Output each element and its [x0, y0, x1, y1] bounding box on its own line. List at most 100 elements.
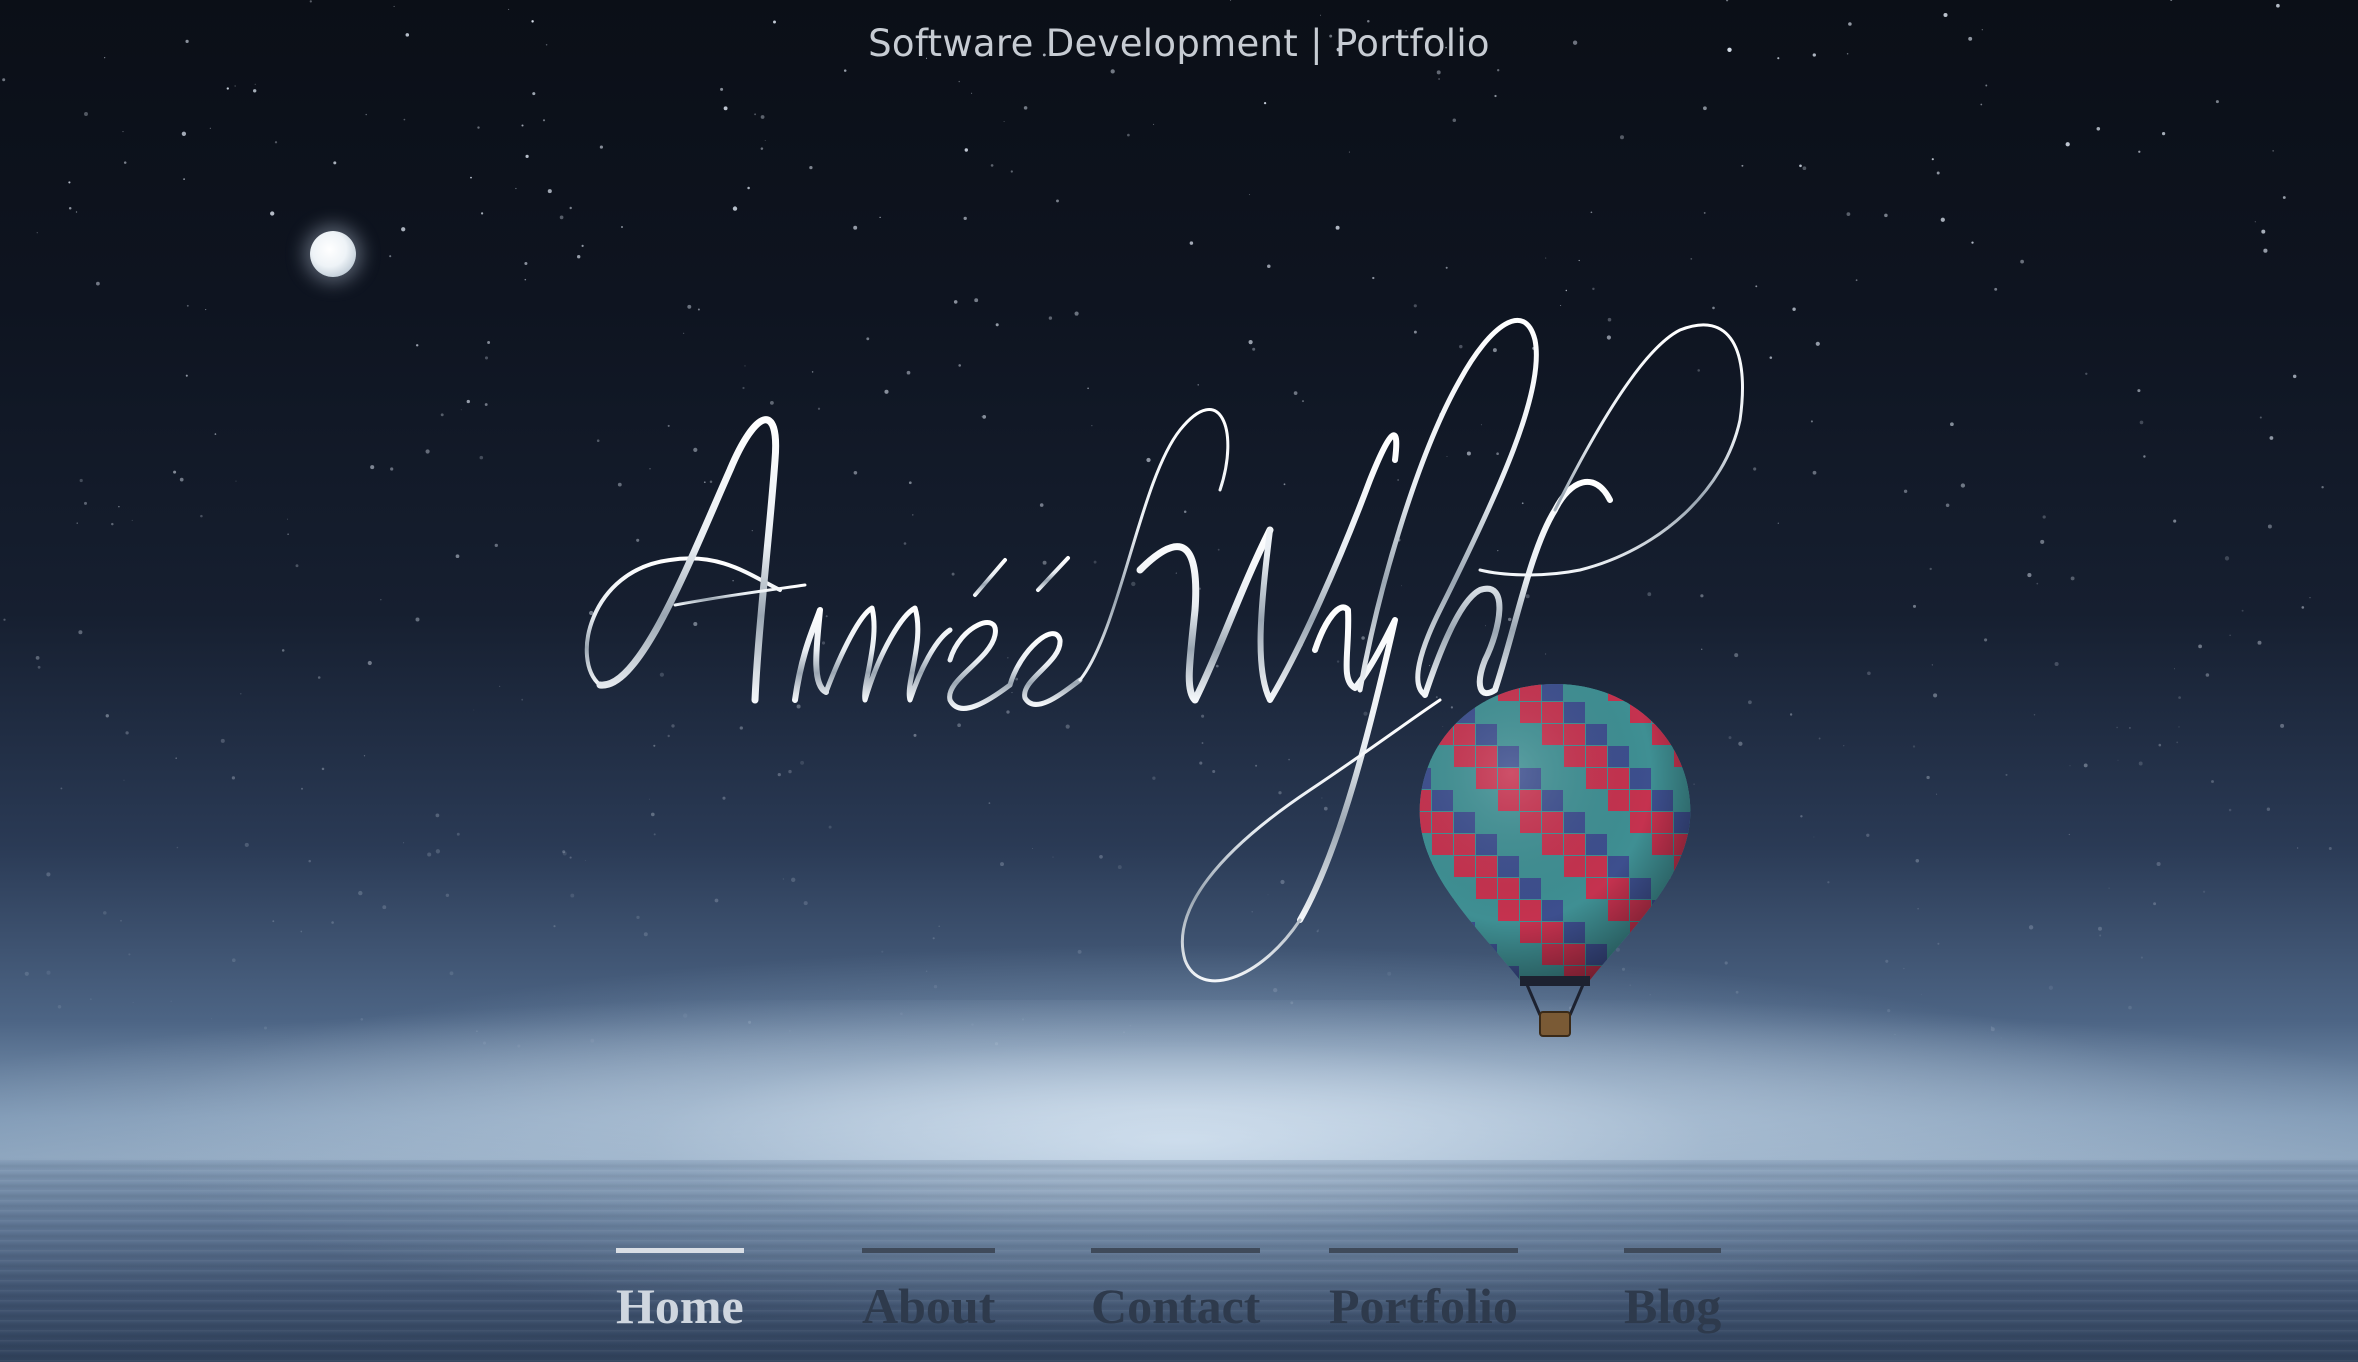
star: [1815, 341, 1820, 346]
star: [754, 113, 757, 116]
star: [1799, 164, 1802, 168]
star: [111, 522, 114, 526]
star: [1912, 745, 1916, 748]
star: [1348, 151, 1350, 153]
star: [498, 685, 501, 688]
star: [1903, 489, 1908, 494]
star: [2309, 597, 2311, 599]
star: [46, 872, 51, 877]
star: [281, 649, 285, 652]
star: [254, 83, 256, 85]
star: [84, 112, 88, 116]
star: [175, 757, 177, 759]
nav-about[interactable]: About: [862, 1248, 996, 1331]
star: [415, 617, 420, 622]
star: [231, 776, 236, 780]
star: [122, 131, 124, 133]
star: [358, 890, 363, 896]
star: [300, 930, 303, 933]
star: [176, 846, 179, 849]
star: [2272, 150, 2274, 152]
star: [2098, 926, 2102, 931]
star: [123, 779, 125, 781]
star: [333, 161, 337, 165]
star: [415, 344, 419, 347]
star: [46, 970, 51, 975]
star: [2229, 634, 2231, 637]
star: [2158, 743, 2162, 747]
star: [96, 281, 100, 286]
star: [1703, 106, 1707, 111]
star: [1789, 713, 1793, 716]
star: [2263, 248, 2268, 253]
star: [103, 911, 107, 915]
star: [1950, 422, 1954, 427]
star: [2085, 372, 2088, 375]
star: [2254, 221, 2256, 223]
star: [470, 176, 472, 179]
star: [270, 211, 275, 216]
star: [732, 206, 738, 211]
star: [521, 698, 524, 701]
star: [963, 216, 967, 221]
star: [209, 127, 211, 129]
star: [2116, 726, 2118, 729]
star: [131, 519, 133, 521]
star: [764, 140, 766, 141]
star: [879, 216, 881, 219]
star: [1056, 199, 1059, 203]
star: [2173, 668, 2175, 670]
landing-page: Software Development | Portfolio Home Ab…: [0, 0, 2358, 1362]
star: [1248, 194, 1251, 196]
star: [964, 148, 968, 152]
star: [1931, 664, 1933, 666]
star: [68, 206, 72, 210]
star: [425, 449, 430, 454]
star: [205, 309, 207, 311]
star: [2321, 485, 2324, 489]
star: [2170, 0, 2173, 2]
star: [1792, 307, 1796, 311]
nav-portfolio[interactable]: Portfolio: [1329, 1248, 1518, 1331]
star: [1003, 120, 1005, 123]
star: [1926, 775, 1930, 780]
star: [120, 919, 122, 922]
star: [186, 304, 189, 307]
star: [220, 738, 225, 743]
star: [1494, 94, 1497, 98]
star: [244, 842, 249, 847]
star: [123, 161, 127, 164]
star: [1971, 241, 1974, 244]
nav-contact[interactable]: Contact: [1091, 1248, 1261, 1331]
star: [2176, 741, 2179, 744]
star: [2083, 763, 2088, 768]
star: [1703, 211, 1706, 214]
nav-blog[interactable]: Blog: [1624, 1248, 1722, 1331]
star: [1917, 907, 1919, 910]
star: [2140, 956, 2143, 959]
star: [2069, 765, 2071, 767]
star: [2020, 259, 2024, 264]
star: [1497, 69, 1500, 72]
star: [1810, 420, 1813, 423]
star: [445, 893, 450, 898]
star: [562, 850, 566, 854]
star: [232, 958, 236, 962]
star: [1943, 12, 1948, 18]
star: [24, 971, 29, 976]
star: [105, 714, 109, 718]
nav-home[interactable]: Home: [616, 1248, 744, 1331]
star: [181, 131, 187, 136]
star: [1813, 836, 1815, 838]
star: [234, 85, 236, 87]
star: [1110, 69, 1115, 74]
star: [179, 477, 184, 482]
star: [747, 186, 750, 190]
star: [1915, 859, 1920, 863]
star: [2028, 925, 2034, 930]
star: [2096, 127, 2101, 131]
star: [2108, 887, 2110, 889]
star: [1903, 967, 1905, 970]
star: [367, 660, 372, 666]
star: [3, 618, 6, 621]
